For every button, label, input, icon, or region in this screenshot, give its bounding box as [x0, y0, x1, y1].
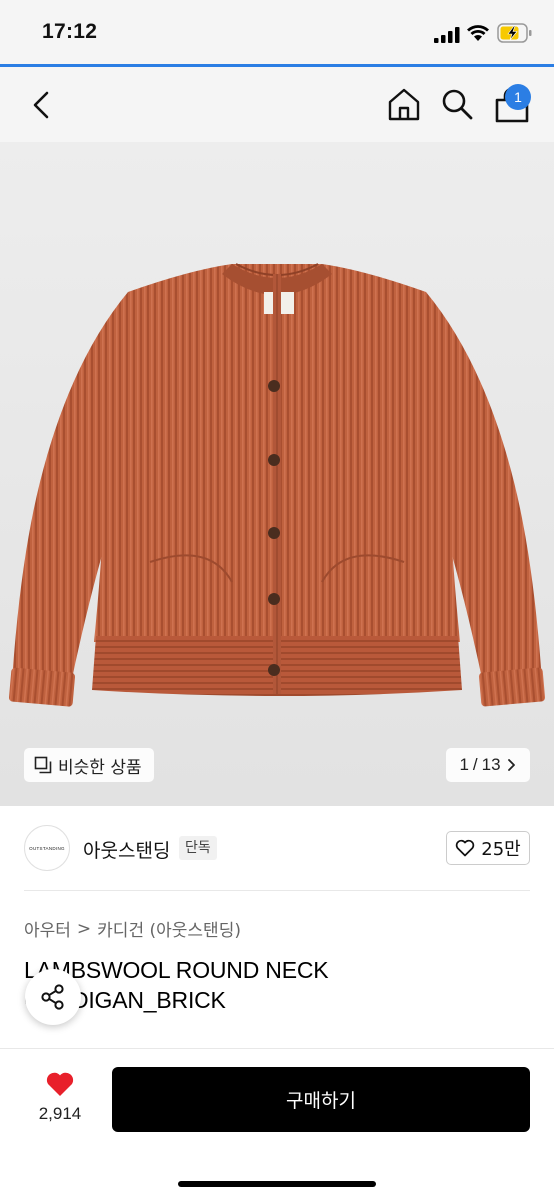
- breadcrumb-separator: >: [76, 918, 92, 939]
- product-title: LAMBSWOOL ROUND NECK CARDIGAN_BRICK: [24, 957, 329, 1013]
- status-time: 17:12: [42, 20, 98, 43]
- similar-products-button[interactable]: 비슷한 상품: [24, 748, 154, 782]
- buy-button-label: 구매하기: [286, 1090, 356, 1112]
- chevron-left-icon: [33, 91, 49, 119]
- share-icon: [41, 984, 64, 1010]
- product-image-gallery[interactable]: [0, 142, 554, 806]
- brand-like-count: 25만: [481, 839, 521, 860]
- brand-like-button[interactable]: 25만: [446, 831, 530, 865]
- home-button[interactable]: [386, 86, 422, 122]
- heart-outline-icon: [456, 839, 475, 857]
- wishlist-button[interactable]: 2,914: [24, 1068, 96, 1128]
- status-bar: 17:12: [0, 0, 554, 66]
- home-indicator: [178, 1181, 376, 1187]
- search-button[interactable]: [439, 86, 475, 122]
- page-total: 13: [481, 755, 501, 774]
- similar-products-label: 비슷한 상품: [58, 757, 142, 778]
- breadcrumb: 아우터 > 카디건 (아웃스탠딩): [24, 916, 241, 942]
- back-button[interactable]: [26, 87, 58, 123]
- similar-items-icon: [34, 756, 52, 774]
- page-current: 1: [459, 755, 469, 774]
- search-icon: [442, 89, 473, 120]
- battery-charging-icon: [497, 23, 532, 43]
- breadcrumb-category[interactable]: 아우터: [24, 916, 71, 941]
- brand-logo-text: OUTSTANDING: [29, 845, 65, 851]
- exclusive-badge: 단독: [179, 836, 217, 860]
- product-image: [8, 263, 546, 707]
- breadcrumb-subcategory[interactable]: 카디건 (아웃스탠딩): [97, 916, 241, 941]
- top-navigation-bar: [0, 67, 554, 142]
- brand-logo[interactable]: OUTSTANDING: [24, 825, 70, 871]
- cellular-signal-icon: [434, 27, 460, 43]
- share-button[interactable]: [25, 969, 81, 1025]
- heart-filled-icon: [46, 1072, 74, 1096]
- wifi-icon: [467, 25, 489, 41]
- chevron-right-icon: [507, 759, 515, 771]
- image-page-indicator[interactable]: 1 / 13: [446, 748, 530, 782]
- brand-name-link[interactable]: 아웃스탠딩: [83, 836, 170, 863]
- cart-count-badge: 1: [505, 84, 531, 110]
- home-icon: [388, 88, 420, 121]
- wishlist-count: 2,914: [38, 1104, 82, 1123]
- divider: [24, 890, 530, 891]
- page-separator: /: [472, 755, 478, 774]
- buy-button[interactable]: 구매하기: [112, 1067, 530, 1132]
